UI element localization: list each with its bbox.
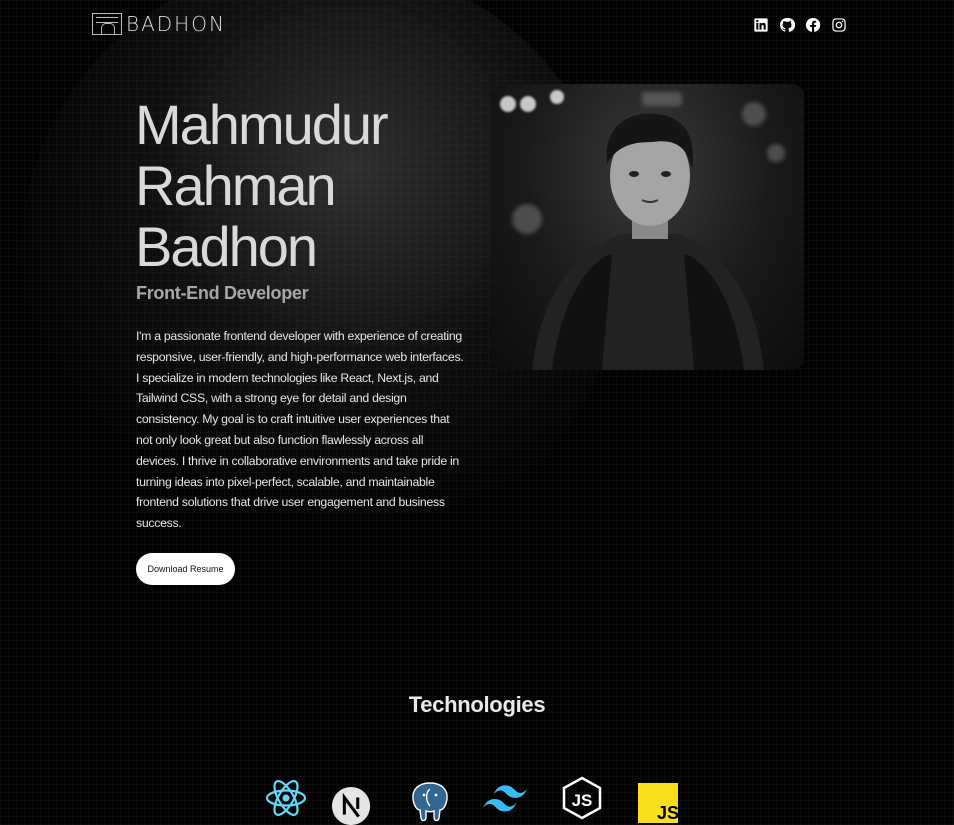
svg-text:JS: JS [572,791,593,810]
hero-subtitle: Front-End Developer [136,283,309,303]
hero-bio: I'm a passionate frontend developer with… [136,329,464,531]
github-icon[interactable] [778,16,795,33]
instagram-icon[interactable] [830,16,847,33]
social-links [752,16,847,33]
name-line-1: Mahmudur [135,93,389,156]
name-line-3: Badhon [135,215,318,278]
tailwind-icon [482,784,527,825]
name-line-2: Rahman [135,154,337,217]
technologies-list: JS JS [0,776,954,825]
javascript-icon: JS [638,783,682,825]
logo-mark-icon [92,13,122,35]
technologies-title: Technologies [408,692,546,717]
portrait-photo [492,84,804,370]
logo-text: BADHON [126,12,226,36]
facebook-icon[interactable] [804,16,821,33]
postgresql-icon [408,780,452,824]
download-resume-button[interactable]: Download Resume [136,553,235,585]
hero-name: Mahmudur Rahman Badhon [135,93,389,278]
linkedin-icon[interactable] [752,16,769,33]
svg-text:JS: JS [657,803,678,823]
nodejs-icon: JS [560,776,604,820]
logo[interactable]: BADHON [92,12,226,36]
nextjs-icon [331,786,375,825]
navbar: BADHON [0,0,954,50]
react-icon [264,778,308,822]
